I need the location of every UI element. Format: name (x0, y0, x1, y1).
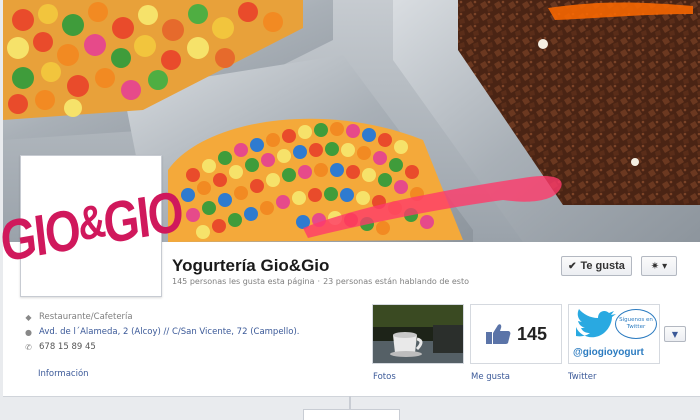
address-row: ● Avd. de l´Alameda, 2 (Alcoy) // C/San … (24, 325, 364, 340)
photo-thumbnail (373, 305, 463, 363)
info-link[interactable]: Información (38, 369, 89, 379)
likes-count: 145 (516, 323, 548, 344)
chevron-down-icon: ▾ (662, 260, 668, 272)
map-pin-icon: ● (25, 328, 32, 337)
logo-left: GIO (0, 196, 83, 275)
page-title: Yogurtería Gio&Gio (172, 256, 330, 275)
twitter-bird-icon (576, 309, 616, 338)
more-apps-button[interactable]: ▼ (664, 326, 686, 342)
address-text[interactable]: Avd. de l´Alameda, 2 (Alcoy) // C/San Vi… (39, 325, 300, 340)
like-button-label: Te gusta (580, 260, 625, 272)
facebook-page: GIO&GIO Yogurtería Gio&Gio 145 personas … (0, 0, 700, 420)
likes-tile[interactable]: 145 (470, 304, 562, 364)
page-stats: 145 personas les gusta esta página · 23 pe… (172, 277, 469, 286)
check-icon: ✔ (568, 260, 577, 272)
phone-icon: ✆ (25, 343, 32, 352)
talking-summary: 23 personas están hablando de esto (323, 277, 470, 286)
likes-summary[interactable]: 145 personas les gusta esta página (172, 277, 315, 286)
twitter-tile[interactable]: Síguenos en Twitter @giogioyogurt (568, 304, 660, 364)
tag-icon: ◆ (25, 313, 32, 322)
twitter-label[interactable]: Twitter (568, 372, 597, 382)
photos-tile[interactable] (372, 304, 464, 364)
photos-label[interactable]: Fotos (373, 372, 396, 382)
thumbs-up-icon (485, 324, 511, 344)
twitter-handle: @giogioyogurt (573, 347, 644, 358)
phone-text: 678 15 89 45 (39, 342, 96, 352)
category-text[interactable]: Restaurante/Cafetería (39, 310, 133, 325)
gear-icon: ✷ (650, 260, 660, 272)
twitter-follow-bubble: Síguenos en Twitter (615, 309, 657, 339)
like-button[interactable]: ✔ Te gusta (561, 256, 632, 276)
chevron-down-icon: ▼ (671, 329, 679, 339)
about-section: ◆ Restaurante/Cafetería ● Avd. de l´Alam… (24, 310, 364, 355)
logo-right: GIO (99, 177, 185, 256)
timeline-box (303, 409, 400, 420)
category-row: ◆ Restaurante/Cafetería (24, 310, 364, 325)
profile-picture[interactable]: GIO&GIO (0, 155, 185, 297)
settings-button[interactable]: ✷ ▾ (641, 256, 677, 276)
likes-label[interactable]: Me gusta (471, 372, 510, 382)
logo-text: GIO&GIO (0, 177, 185, 276)
stats-separator: · (317, 277, 321, 286)
phone-row: ✆ 678 15 89 45 (24, 340, 364, 355)
logo: GIO&GIO (0, 160, 185, 292)
